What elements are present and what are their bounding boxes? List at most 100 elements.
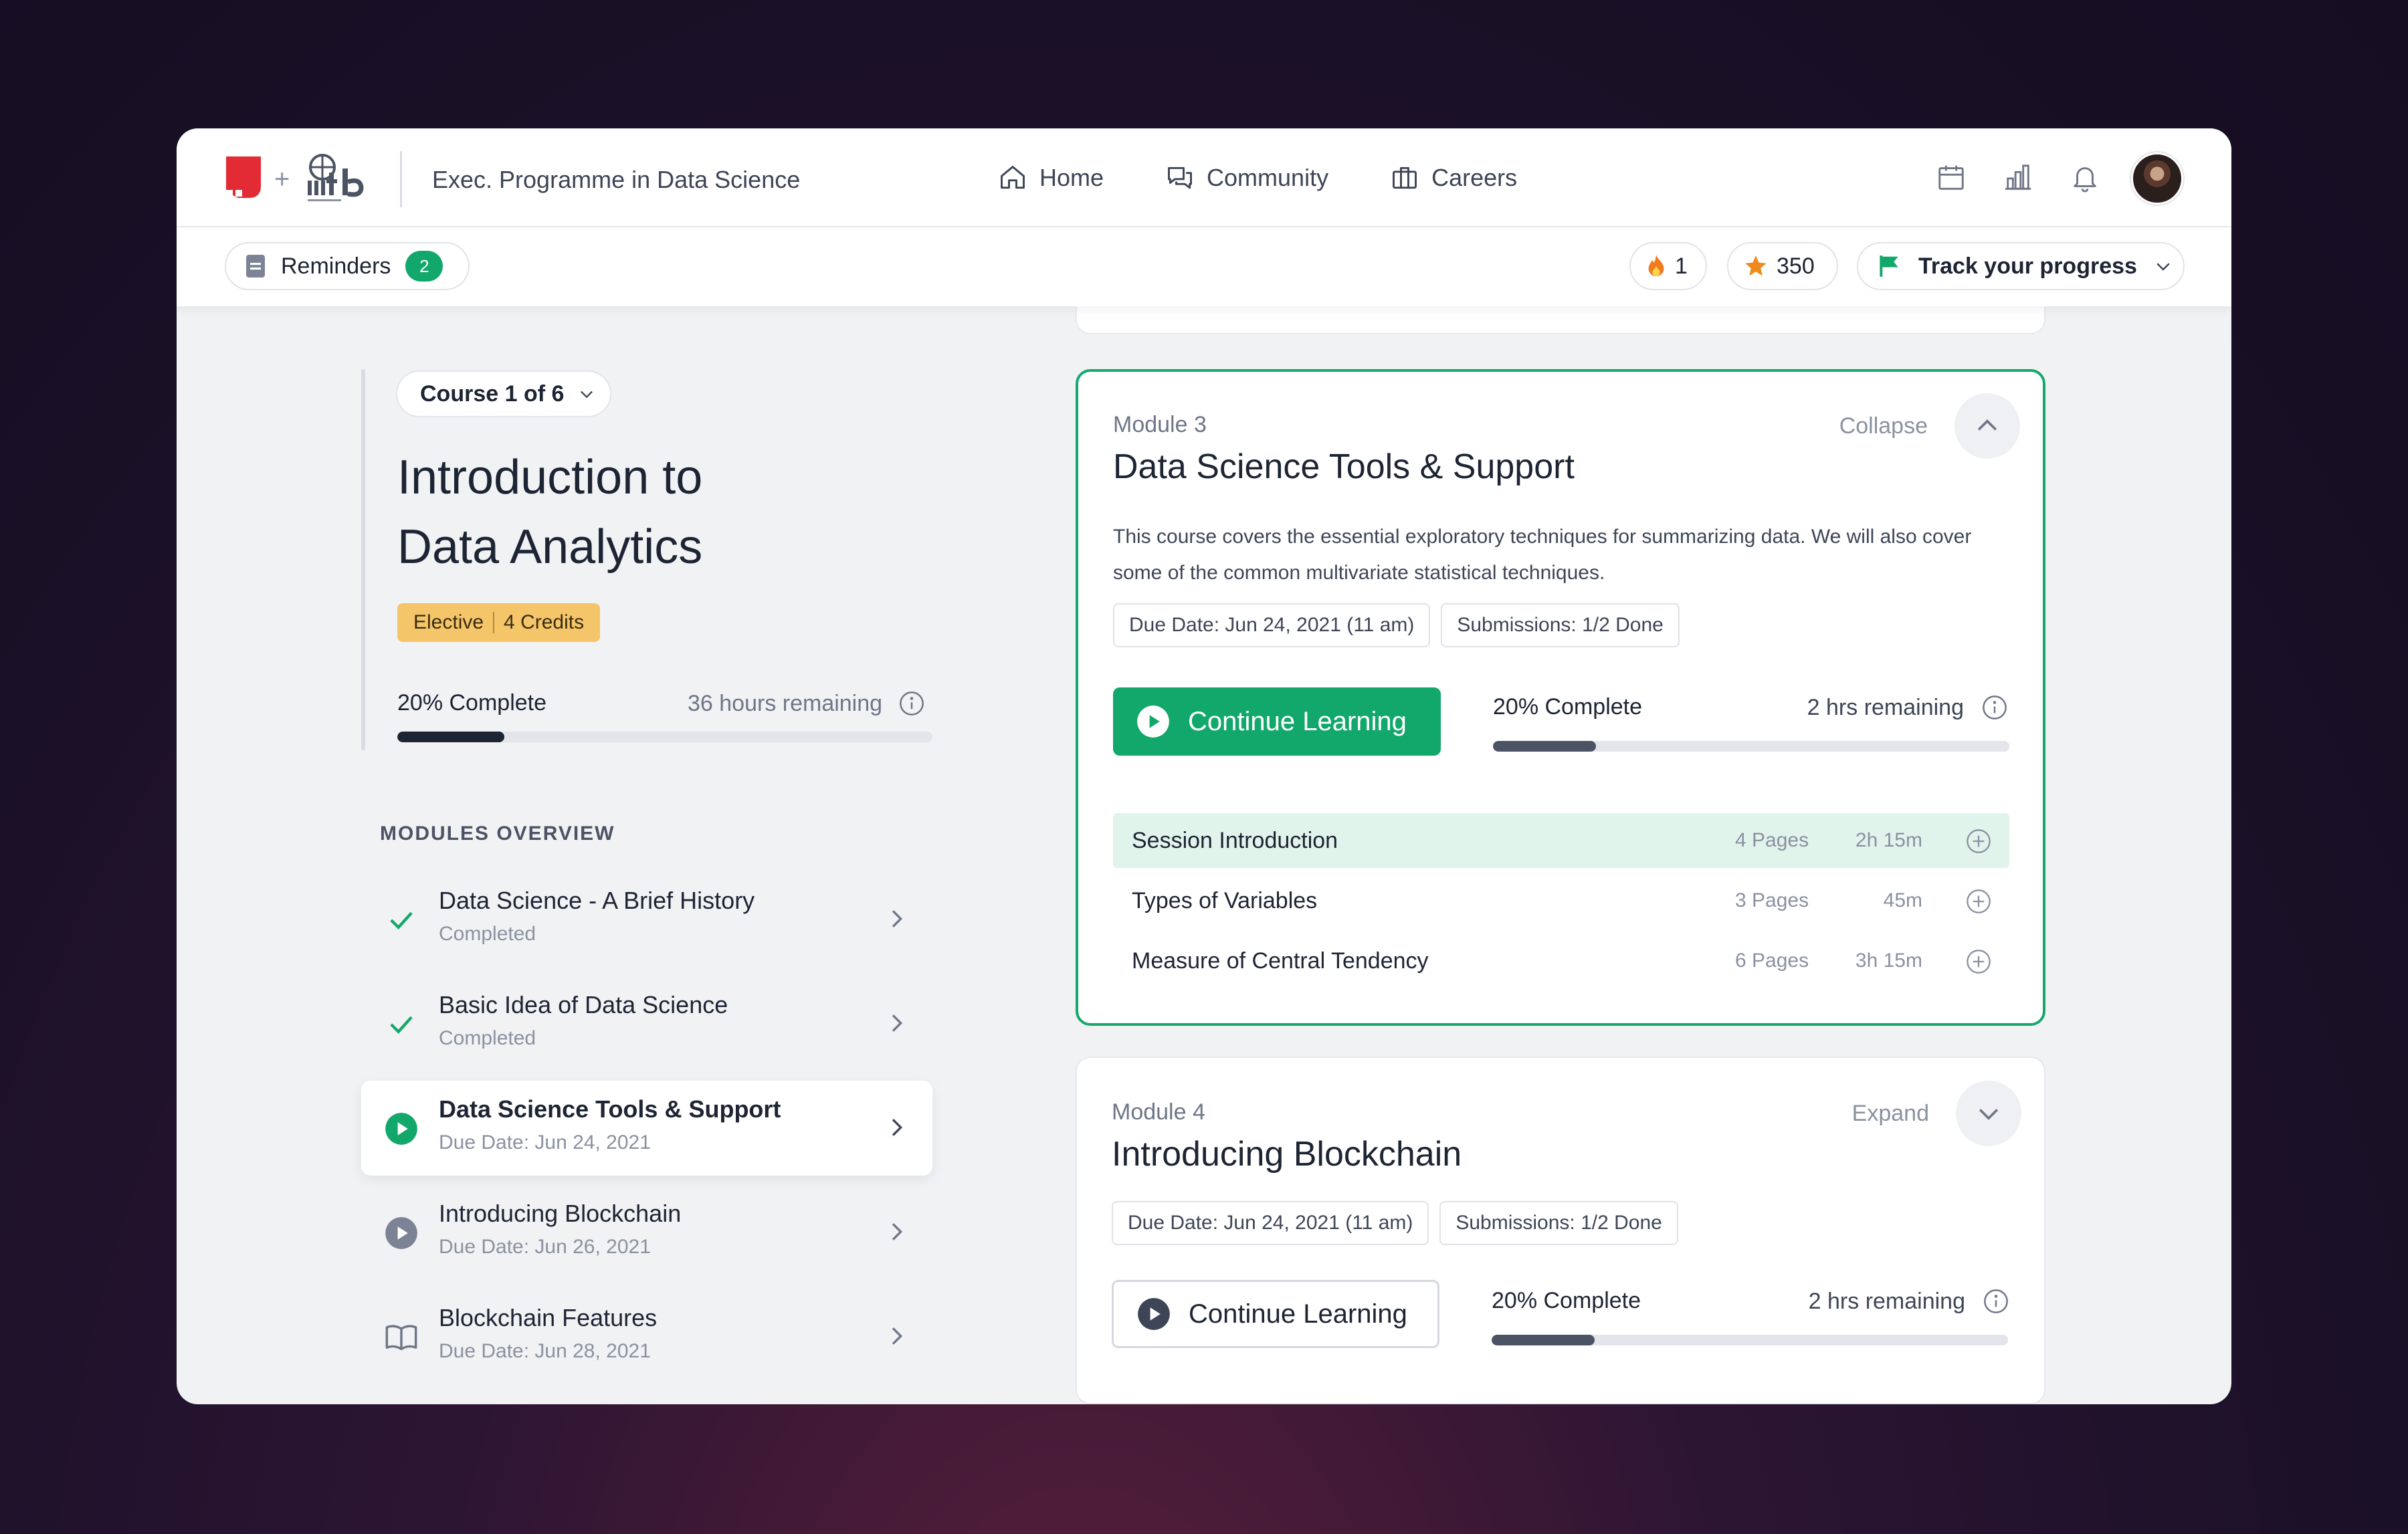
submissions-tag: Submissions: 1/2 Done xyxy=(1441,603,1680,647)
stars-counter[interactable]: 350 xyxy=(1727,242,1838,290)
sub-toolbar: Reminders 2 1 350 Track your progress xyxy=(177,227,2231,306)
course-remaining-time: 36 hours remaining xyxy=(688,690,925,717)
collapse-button[interactable] xyxy=(1954,393,2020,459)
session-row[interactable]: Measure of Central Tendency 6 Pages 3h 1… xyxy=(1113,934,2009,988)
module-item-due-date: Due Date: Jun 24, 2021 xyxy=(439,1131,651,1154)
due-date-tag: Due Date: Jun 24, 2021 (11 am) xyxy=(1113,603,1431,647)
chevron-down-icon xyxy=(2156,263,2170,271)
main-nav: Home Community Careers xyxy=(998,159,1517,197)
star-icon xyxy=(1745,255,1767,276)
module-item-5[interactable]: Blockchain Features Due Date: Jun 28, 20… xyxy=(361,1289,932,1384)
module-4-expand-toggle[interactable]: Expand xyxy=(1852,1081,2021,1146)
collapse-label: Collapse xyxy=(1839,413,1928,439)
expand-label: Expand xyxy=(1851,1100,1929,1126)
chevron-down-icon xyxy=(1979,1109,1999,1120)
course-progress-bar xyxy=(397,732,932,742)
module-item-status: Completed xyxy=(439,1027,536,1049)
module-3-sessions: Session Introduction 4 Pages 2h 15m Type… xyxy=(1113,813,2009,994)
info-icon[interactable] xyxy=(1983,1288,2009,1315)
play-circle-icon xyxy=(1137,705,1169,738)
module-3-title: Data Science Tools & Support xyxy=(1113,447,1575,486)
course-type: Elective xyxy=(413,611,484,633)
play-circle-icon xyxy=(1138,1298,1170,1330)
course-credits: 4 Credits xyxy=(504,611,585,633)
module-3-collapse-toggle[interactable]: Collapse xyxy=(1839,393,2020,459)
module-4-card: Module 4 Introducing Blockchain Expand D… xyxy=(1076,1057,2045,1404)
reminders-button[interactable]: Reminders 2 xyxy=(225,242,470,290)
course-title-line1: Introduction to xyxy=(397,451,703,504)
course-title-line2: Data Analytics xyxy=(397,520,703,574)
continue-learning-label: Continue Learning xyxy=(1189,1299,1407,1329)
reminders-label: Reminders xyxy=(281,253,391,279)
nav-home-label: Home xyxy=(1039,164,1104,191)
bell-icon[interactable] xyxy=(2070,162,2100,193)
module-item-name: Introducing Blockchain xyxy=(439,1200,682,1227)
module-4-label: Module 4 xyxy=(1112,1099,1205,1125)
chevron-right-icon xyxy=(892,1223,903,1240)
nav-home[interactable]: Home xyxy=(998,159,1104,197)
module-3-remaining-label: 2 hrs remaining xyxy=(1807,694,1964,720)
module-4-remaining-label: 2 hrs remaining xyxy=(1808,1288,1965,1314)
nav-careers[interactable]: Careers xyxy=(1390,159,1517,197)
plus-circle-icon[interactable] xyxy=(1965,828,1992,855)
user-avatar[interactable] xyxy=(2131,152,2183,205)
reminders-count-badge: 2 xyxy=(405,251,443,282)
session-duration: 45m xyxy=(1883,889,1922,911)
module-3-card: Module 3 Data Science Tools & Support Co… xyxy=(1076,369,2045,1026)
streak-count: 1 xyxy=(1675,253,1688,279)
plus-circle-icon[interactable] xyxy=(1965,888,1992,915)
upgrad-logo[interactable] xyxy=(223,156,264,199)
nav-community-label: Community xyxy=(1207,164,1329,191)
module-item-status: Completed xyxy=(439,923,536,945)
info-icon[interactable] xyxy=(1981,694,2008,721)
track-progress-dropdown[interactable]: Track your progress xyxy=(1857,242,2185,290)
app-window: + Exec. Programme in Data Science Home C… xyxy=(177,128,2231,1404)
modules-overview-heading: MODULES OVERVIEW xyxy=(380,823,615,845)
calendar-icon[interactable] xyxy=(1936,162,1967,193)
module-item-name: Basic Idea of Data Science xyxy=(439,991,728,1018)
module-3-remaining: 2 hrs remaining xyxy=(1807,694,2008,721)
course-info-rail xyxy=(361,369,365,750)
nav-careers-label: Careers xyxy=(1431,164,1518,191)
chevron-right-icon xyxy=(892,1327,903,1345)
info-icon[interactable] xyxy=(898,690,925,717)
continue-learning-button[interactable]: Continue Learning xyxy=(1113,687,1441,756)
module-4-progress-label: 20% Complete xyxy=(1492,1288,1641,1313)
module-3-progress-fill xyxy=(1493,741,1597,752)
bar-chart-icon[interactable] xyxy=(2003,162,2033,193)
module-item-2[interactable]: Basic Idea of Data Science Completed xyxy=(361,976,932,1071)
session-pages: 4 Pages xyxy=(1735,829,1809,851)
play-circle-icon xyxy=(385,1113,417,1145)
continue-learning-label: Continue Learning xyxy=(1188,706,1407,736)
nav-community[interactable]: Community xyxy=(1165,159,1328,197)
course-progress-label: 20% Complete xyxy=(397,690,547,716)
brand-divider xyxy=(400,151,402,207)
module-3-label: Module 3 xyxy=(1113,412,1207,437)
streak-counter[interactable]: 1 xyxy=(1629,242,1707,290)
chevron-up-icon xyxy=(1977,419,1997,431)
session-pages: 6 Pages xyxy=(1735,950,1809,972)
stars-count: 350 xyxy=(1777,253,1815,279)
continue-learning-button[interactable]: Continue Learning xyxy=(1112,1280,1439,1348)
iiitb-logo[interactable] xyxy=(304,152,373,206)
module-item-name: Data Science - A Brief History xyxy=(439,887,755,914)
clipboard-icon xyxy=(246,255,265,278)
module-item-due-date: Due Date: Jun 28, 2021 xyxy=(439,1340,651,1362)
expand-button[interactable] xyxy=(1956,1081,2021,1146)
plus-circle-icon[interactable] xyxy=(1965,948,1992,975)
module-4-remaining: 2 hrs remaining xyxy=(1809,1288,2009,1315)
session-pages: 3 Pages xyxy=(1735,889,1809,911)
module-item-3-active[interactable]: Data Science Tools & Support Due Date: J… xyxy=(361,1081,932,1176)
checkmark-icon xyxy=(390,911,413,929)
session-row[interactable]: Session Introduction 4 Pages 2h 15m xyxy=(1113,813,2009,868)
flag-icon xyxy=(1880,255,1898,277)
badge-separator xyxy=(493,612,495,633)
briefcase-icon xyxy=(1393,167,1417,189)
track-progress-label: Track your progress xyxy=(1918,253,2137,279)
course-remaining-label: 36 hours remaining xyxy=(688,690,883,716)
course-selector[interactable]: Course 1 of 6 xyxy=(396,370,611,417)
chevron-right-icon xyxy=(892,1119,903,1136)
module-item-4[interactable]: Introducing Blockchain Due Date: Jun 26,… xyxy=(361,1185,932,1280)
module-item-1[interactable]: Data Science - A Brief History Completed xyxy=(361,872,932,967)
session-row[interactable]: Types of Variables 3 Pages 45m xyxy=(1113,873,2009,928)
